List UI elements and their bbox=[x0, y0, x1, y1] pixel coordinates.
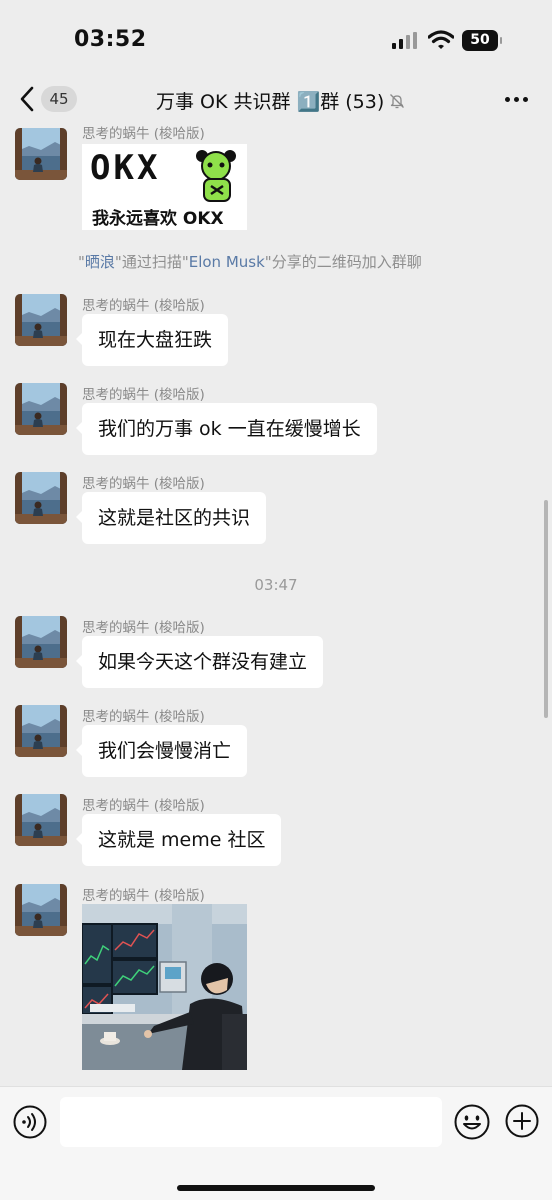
voice-icon[interactable] bbox=[13, 1105, 47, 1139]
sender-name: 思考的蜗牛 (梭哈版) bbox=[82, 476, 205, 492]
battery-icon: 50 bbox=[462, 30, 502, 51]
message-bubble[interactable]: 现在大盘狂跌 bbox=[75, 314, 229, 366]
status-bar: 03:52 50 bbox=[0, 0, 552, 80]
message-input[interactable] bbox=[60, 1097, 442, 1147]
ellipsis-icon[interactable] bbox=[505, 97, 529, 103]
sender-name: 思考的蜗牛 (梭哈版) bbox=[82, 620, 205, 636]
status-time: 03:52 bbox=[74, 27, 147, 52]
wifi-icon bbox=[428, 30, 454, 49]
sender-name: 思考的蜗牛 (梭哈版) bbox=[82, 798, 205, 814]
scroll-indicator[interactable] bbox=[544, 500, 548, 718]
sender-name: 思考的蜗牛 (梭哈版) bbox=[82, 126, 205, 142]
avatar[interactable] bbox=[15, 128, 67, 180]
signal-icon bbox=[392, 32, 418, 49]
chevron-left-icon[interactable] bbox=[18, 86, 38, 112]
avatar[interactable] bbox=[15, 705, 67, 757]
sender-name: 思考的蜗牛 (梭哈版) bbox=[82, 387, 205, 403]
chat-title-container[interactable]: 万事 OK 共识群 1️⃣群 (53) bbox=[156, 86, 406, 114]
sticker-caption: 我永远喜欢 OKX bbox=[92, 209, 224, 229]
message-bubble[interactable]: 我们的万事 ok 一直在缓慢增长 bbox=[76, 403, 377, 455]
input-bar bbox=[0, 1086, 552, 1200]
chat-title: 万事 OK 共识群 1️⃣群 (53) bbox=[156, 90, 385, 113]
sender-name: 思考的蜗牛 (梭哈版) bbox=[82, 298, 205, 314]
home-indicator bbox=[177, 1185, 375, 1191]
avatar[interactable] bbox=[15, 294, 67, 346]
system-join-notice: "晒浪"通过扫描"Elon Musk"分享的二维码加入群聊 bbox=[78, 253, 422, 271]
avatar[interactable] bbox=[15, 616, 67, 668]
plus-circle-icon[interactable] bbox=[505, 1104, 539, 1138]
okx-sticker[interactable]: OKX 我永远喜欢 OKX bbox=[82, 144, 247, 230]
message-bubble[interactable]: 这就是社区的共识 bbox=[75, 492, 267, 544]
sticker-okx-logo: OKX bbox=[90, 148, 161, 188]
chat-timestamp: 03:47 bbox=[254, 576, 298, 594]
bell-slash-icon bbox=[390, 94, 405, 109]
trader-desk-image[interactable] bbox=[82, 904, 247, 1070]
notice-user-link[interactable]: 晒浪 bbox=[85, 253, 115, 271]
chat-header: 45 万事 OK 共识群 1️⃣群 (53) bbox=[0, 78, 552, 122]
message-bubble[interactable]: 如果今天这个群没有建立 bbox=[75, 636, 324, 688]
avatar[interactable] bbox=[15, 794, 67, 846]
sticker-mascot-icon bbox=[196, 150, 236, 202]
unread-count-badge[interactable]: 45 bbox=[41, 86, 77, 112]
avatar[interactable] bbox=[15, 472, 67, 524]
sender-name: 思考的蜗牛 (梭哈版) bbox=[82, 888, 205, 904]
smile-icon[interactable] bbox=[454, 1104, 490, 1140]
message-bubble[interactable]: 我们会慢慢消亡 bbox=[75, 725, 248, 777]
notice-inviter-link[interactable]: Elon Musk bbox=[189, 253, 265, 271]
sender-name: 思考的蜗牛 (梭哈版) bbox=[82, 709, 205, 725]
message-bubble[interactable]: 这就是 meme 社区 bbox=[75, 814, 282, 866]
avatar[interactable] bbox=[15, 884, 67, 936]
avatar[interactable] bbox=[15, 383, 67, 435]
